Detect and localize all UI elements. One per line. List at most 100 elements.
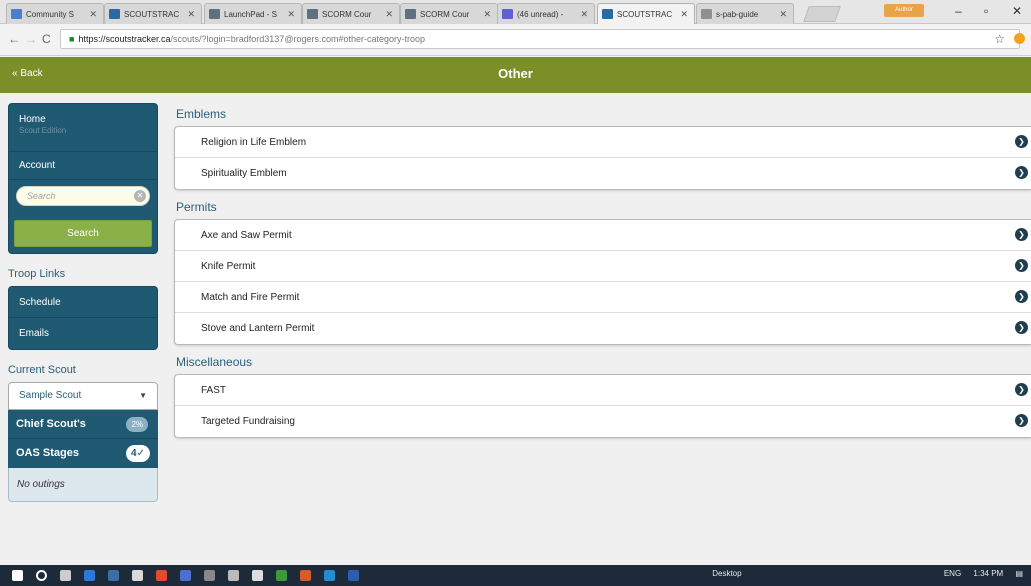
favicon-icon	[502, 9, 513, 19]
forward-arrow-icon[interactable]: →	[25, 32, 37, 46]
tab-title: Community S	[26, 9, 75, 19]
browser-tab[interactable]: s-pab-guide ✕	[696, 3, 794, 24]
extension-icon[interactable]	[1014, 33, 1025, 44]
tab-title: SCOUTSTRAC	[617, 9, 673, 19]
url-field[interactable]: ■ https://scoutstracker.ca/scouts/?login=…	[60, 29, 1020, 49]
clear-search-icon[interactable]: ✕	[134, 190, 146, 202]
oas-stages-row[interactable]: OAS Stages 4✓	[8, 439, 158, 468]
app-icon[interactable]	[324, 570, 335, 581]
calculator-icon[interactable]	[132, 570, 143, 581]
chevron-right-icon: ❯	[1015, 290, 1028, 303]
store-icon[interactable]	[108, 570, 119, 581]
close-tab-icon[interactable]: ✕	[187, 9, 195, 20]
browser-tab[interactable]: Community S ✕	[6, 3, 104, 24]
list-item[interactable]: FAST ❯	[175, 375, 1031, 406]
edge-icon[interactable]	[84, 570, 95, 581]
item-label: Match and Fire Permit	[201, 292, 300, 303]
item-label: FAST	[201, 385, 227, 396]
sidebar-item-home[interactable]: Home Scout Edition	[9, 104, 157, 152]
list-item[interactable]: Religion in Life Emblem ❯	[175, 127, 1031, 158]
app-icon[interactable]	[300, 570, 311, 581]
list-item[interactable]: Match and Fire Permit ❯	[175, 282, 1031, 313]
item-label: Spirituality Emblem	[201, 168, 287, 179]
chevron-right-icon: ❯	[1015, 228, 1028, 241]
new-tab-button[interactable]	[803, 6, 841, 22]
current-scout-heading: Current Scout	[8, 364, 76, 376]
close-tab-icon[interactable]: ✕	[287, 9, 295, 20]
search-placeholder: Search	[27, 191, 56, 201]
app-icon[interactable]	[276, 570, 287, 581]
sidebar-item-emails[interactable]: Emails	[9, 318, 157, 349]
search-icon[interactable]	[36, 570, 47, 581]
favicon-icon	[701, 9, 712, 19]
back-arrow-icon[interactable]: ←	[8, 32, 20, 46]
tab-title: SCORM Cour	[322, 9, 372, 19]
miscellaneous-list: FAST ❯ Targeted Fundraising ❯	[174, 374, 1031, 438]
clock[interactable]: 1:34 PM	[973, 569, 1003, 578]
language-label[interactable]: ENG	[944, 569, 961, 578]
home-label: Home	[19, 114, 46, 125]
favicon-icon	[209, 9, 220, 19]
favicon-icon	[11, 9, 22, 19]
close-tab-icon[interactable]: ✕	[680, 9, 688, 20]
browser-tab[interactable]: (46 unread) - ✕	[497, 3, 595, 24]
browser-tab[interactable]: SCOUTSTRAC ✕	[597, 3, 695, 24]
profile-button[interactable]: Author	[884, 4, 924, 17]
start-icon[interactable]	[12, 570, 23, 581]
task-view-icon[interactable]	[60, 570, 71, 581]
app-header: « Back Other	[0, 57, 1031, 93]
item-label: Religion in Life Emblem	[201, 137, 307, 148]
url-path: /scouts/?login=bradford3137@rogers.com#o…	[170, 34, 426, 44]
browser-tab[interactable]: LaunchPad - S ✕	[204, 3, 302, 24]
word-icon[interactable]	[348, 570, 359, 581]
scout-select[interactable]: Sample Scout ▼	[8, 382, 158, 410]
list-item[interactable]: Stove and Lantern Permit ❯	[175, 313, 1031, 344]
chevron-right-icon: ❯	[1015, 414, 1028, 427]
list-item[interactable]: Spirituality Emblem ❯	[175, 158, 1031, 189]
close-tab-icon[interactable]: ✕	[580, 9, 588, 20]
reload-icon[interactable]: C	[42, 32, 51, 46]
sidebar: Home Scout Edition Account Search ✕ Sear…	[8, 103, 158, 502]
chevron-right-icon: ❯	[1015, 259, 1028, 272]
favicon-icon	[307, 9, 318, 19]
app-icon[interactable]	[180, 570, 191, 581]
app-icon[interactable]	[228, 570, 239, 581]
list-item[interactable]: Knife Permit ❯	[175, 251, 1031, 282]
close-tab-icon[interactable]: ✕	[385, 9, 393, 20]
chrome-icon[interactable]	[156, 570, 167, 581]
chief-scout-label: Chief Scout's	[16, 418, 86, 430]
browser-tab[interactable]: SCORM Cour ✕	[302, 3, 400, 24]
favicon-icon	[405, 9, 416, 19]
maximize-icon[interactable]: ▫	[984, 4, 988, 18]
close-tab-icon[interactable]: ✕	[483, 9, 491, 20]
lock-icon: ■	[69, 34, 75, 44]
chief-scout-row[interactable]: Chief Scout's 2%	[8, 410, 158, 439]
chevron-right-icon: ❯	[1015, 135, 1028, 148]
notifications-icon[interactable]: ▤	[1015, 569, 1023, 578]
emblems-list: Religion in Life Emblem ❯ Spirituality Em…	[174, 126, 1031, 190]
app-icon[interactable]	[252, 570, 263, 581]
browser-tab[interactable]: SCOUTSTRAC ✕	[104, 3, 202, 24]
search-button[interactable]: Search	[14, 220, 152, 247]
search-input[interactable]: Search ✕	[16, 186, 150, 206]
group-heading-permits: Permits	[176, 200, 217, 214]
item-label: Stove and Lantern Permit	[201, 323, 315, 334]
chief-scout-badge: 2%	[126, 417, 148, 432]
minimize-icon[interactable]: –	[955, 4, 962, 18]
list-item[interactable]: Axe and Saw Permit ❯	[175, 220, 1031, 251]
app-icon[interactable]	[204, 570, 215, 581]
desktop-label[interactable]: Desktop	[712, 569, 741, 578]
item-label: Axe and Saw Permit	[201, 230, 292, 241]
sidebar-item-schedule[interactable]: Schedule	[9, 287, 157, 318]
sidebar-item-account[interactable]: Account	[9, 152, 157, 180]
browser-tab-strip: Community S ✕ SCOUTSTRAC ✕ LaunchPad - S ✕ SCO…	[0, 0, 1031, 24]
browser-tab[interactable]: SCORM Cour ✕	[400, 3, 498, 24]
bookmark-star-icon[interactable]: ☆	[994, 32, 1005, 46]
oas-stages-badge: 4✓	[126, 445, 150, 462]
list-item[interactable]: Targeted Fundraising ❯	[175, 406, 1031, 437]
close-window-icon[interactable]: ✕	[1012, 4, 1022, 18]
close-tab-icon[interactable]: ✕	[779, 9, 787, 20]
close-tab-icon[interactable]: ✕	[89, 9, 97, 20]
windows-taskbar: Desktop ENG 1:34 PM ▤	[0, 565, 1031, 586]
oas-stages-label: OAS Stages	[16, 447, 79, 459]
